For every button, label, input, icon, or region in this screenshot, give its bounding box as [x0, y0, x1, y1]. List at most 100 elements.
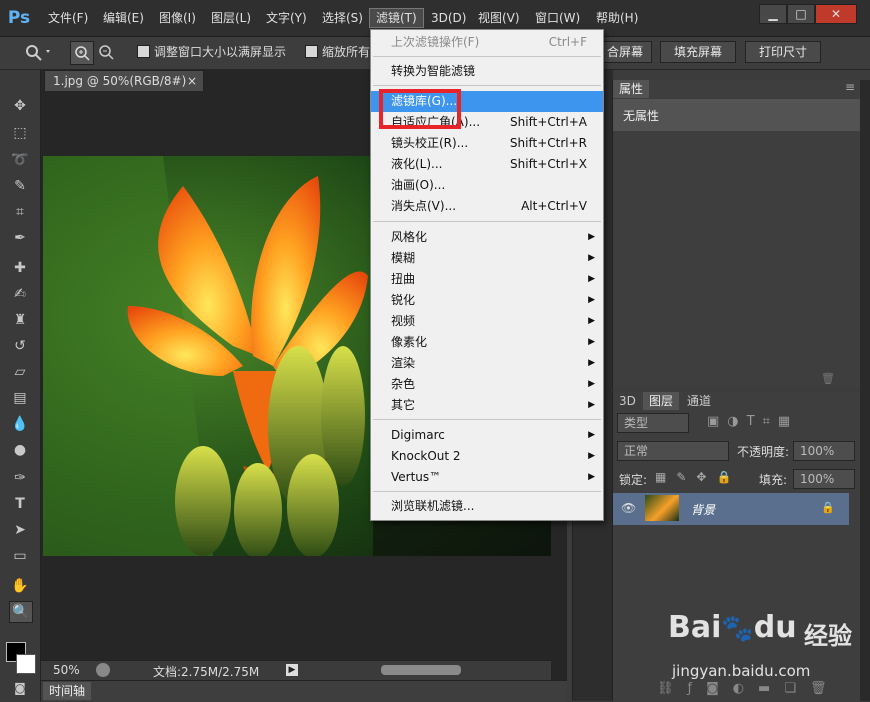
- eyedropper-tool-icon[interactable]: ✒: [9, 228, 31, 248]
- close-tab-icon[interactable]: ×: [187, 71, 197, 91]
- menu-separator: [373, 85, 601, 86]
- magnifier-icon[interactable]: [22, 41, 52, 63]
- menu-blur[interactable]: 模糊 ▶: [371, 248, 603, 269]
- trash-icon[interactable]: 🗑: [821, 372, 835, 385]
- zoom-in-icon[interactable]: [70, 41, 94, 65]
- tab-3d[interactable]: 3D: [613, 392, 642, 410]
- menu-other[interactable]: 其它 ▶: [371, 395, 603, 416]
- submenu-arrow-icon: ▶: [588, 274, 595, 284]
- menu-knockout[interactable]: KnockOut 2 ▶: [371, 446, 603, 467]
- pen-tool-icon[interactable]: ✑: [9, 468, 31, 488]
- menu-window[interactable]: 窗口(W): [529, 9, 586, 27]
- healing-tool-icon[interactable]: ✚: [9, 258, 31, 278]
- menu-render[interactable]: 渲染 ▶: [371, 353, 603, 374]
- menu-select[interactable]: 选择(S): [316, 9, 369, 27]
- blend-mode-select[interactable]: 正常: [617, 441, 729, 461]
- menu-browse-online-filters[interactable]: 浏览联机滤镜...: [371, 496, 603, 517]
- quick-mask-icon[interactable]: ◙: [9, 678, 31, 698]
- submenu-arrow-icon: ▶: [588, 358, 595, 368]
- menu-filter[interactable]: 滤镜(T): [369, 8, 424, 28]
- watermark-brand: Bai🐾du: [668, 610, 797, 645]
- history-brush-icon[interactable]: ↺: [9, 336, 31, 356]
- shape-tool-icon[interactable]: ▭: [9, 546, 31, 566]
- brush-tool-icon[interactable]: ✍: [9, 284, 31, 304]
- menu-liquify[interactable]: 液化(L)... Shift+Ctrl+X: [371, 154, 603, 175]
- menu-separator: [373, 419, 601, 420]
- submenu-arrow-icon: ▶: [588, 472, 595, 482]
- menu-video[interactable]: 视频 ▶: [371, 311, 603, 332]
- menu-view[interactable]: 视图(V): [472, 9, 526, 27]
- menu-noise[interactable]: 杂色 ▶: [371, 374, 603, 395]
- annotation-highlight-box: [379, 89, 461, 129]
- layer-name[interactable]: 背景: [691, 501, 715, 518]
- blur-tool-icon[interactable]: 💧: [9, 414, 31, 434]
- properties-panel: 属性 ≡ 无属性 🗑: [612, 80, 861, 388]
- menu-convert-smart-filter[interactable]: 转换为智能滤镜: [371, 61, 603, 82]
- menu-layer[interactable]: 图层(L): [205, 9, 257, 27]
- type-tool-icon[interactable]: T: [9, 494, 31, 514]
- crop-tool-icon[interactable]: ⌗: [9, 202, 31, 222]
- menu-oil-paint[interactable]: 油画(O)...: [371, 175, 603, 196]
- zoom-level[interactable]: 50%: [53, 663, 80, 677]
- quick-select-tool-icon[interactable]: ✎: [9, 176, 31, 196]
- document-tab[interactable]: 1.jpg @ 50%(RGB/8#) ×: [44, 70, 204, 91]
- doc-size-info: 文档:2.75M/2.75M: [153, 665, 260, 679]
- properties-tab[interactable]: 属性: [613, 80, 650, 98]
- gradient-tool-icon[interactable]: ▤: [9, 388, 31, 408]
- panel-menu-icon[interactable]: ≡: [845, 80, 855, 94]
- fit-screen-button[interactable]: 合屏幕: [598, 41, 652, 63]
- zoom-out-icon[interactable]: [95, 41, 117, 63]
- menu-help[interactable]: 帮助(H): [590, 9, 644, 27]
- fill-input[interactable]: 100%: [793, 469, 855, 489]
- menu-image[interactable]: 图像(I): [153, 9, 202, 27]
- visibility-eye-icon[interactable]: 👁: [621, 501, 636, 515]
- menu-distort[interactable]: 扭曲 ▶: [371, 269, 603, 290]
- menu-stylize[interactable]: 风格化 ▶: [371, 227, 603, 248]
- timeline-tab[interactable]: 时间轴: [43, 682, 92, 700]
- toolbox: ✥ ⬚ ➰ ✎ ⌗ ✒ ✚ ✍ ♜ ↺ ▱ ▤ 💧 ● ✑ T ➤ ▭ ✋ 🔍 …: [0, 70, 41, 701]
- info-icon[interactable]: [96, 663, 110, 677]
- menu-type[interactable]: 文字(Y): [260, 9, 313, 27]
- submenu-arrow-icon: ▶: [588, 379, 595, 389]
- status-bar: 50% 文档:2.75M/2.75M ▶: [41, 660, 551, 681]
- horizontal-scrollbar[interactable]: [381, 665, 461, 675]
- dodge-tool-icon[interactable]: ●: [9, 440, 31, 460]
- lasso-tool-icon[interactable]: ➰: [9, 150, 31, 170]
- path-select-icon[interactable]: ➤: [9, 520, 31, 540]
- close-button[interactable]: ✕: [815, 4, 857, 24]
- document-tab-title: 1.jpg @ 50%(RGB/8#): [53, 74, 187, 88]
- lock-icons[interactable]: ▦✎✥🔒: [655, 470, 741, 484]
- tab-layers[interactable]: 图层: [643, 392, 680, 410]
- hand-tool-icon[interactable]: ✋: [9, 576, 31, 596]
- menu-separator: [373, 491, 601, 492]
- background-color-swatch[interactable]: [16, 654, 36, 674]
- stamp-tool-icon[interactable]: ♜: [9, 310, 31, 330]
- print-size-button[interactable]: 打印尺寸: [745, 41, 821, 63]
- fill-screen-button[interactable]: 填充屏幕: [660, 41, 736, 63]
- menu-vertus[interactable]: Vertus™ ▶: [371, 467, 603, 488]
- maximize-button[interactable]: □: [787, 4, 815, 24]
- menu-vanishing-point[interactable]: 消失点(V)... Alt+Ctrl+V: [371, 196, 603, 217]
- menu-pixelate[interactable]: 像素化 ▶: [371, 332, 603, 353]
- menu-lens-correction[interactable]: 镜头校正(R)... Shift+Ctrl+R: [371, 133, 603, 154]
- menu-3d[interactable]: 3D(D): [425, 9, 472, 27]
- fit-window-checkbox[interactable]: [137, 45, 150, 58]
- status-menu-arrow-icon[interactable]: ▶: [286, 664, 298, 676]
- menu-digimarc[interactable]: Digimarc ▶: [371, 425, 603, 446]
- move-tool-icon[interactable]: ✥: [9, 96, 31, 116]
- menu-edit[interactable]: 编辑(E): [97, 9, 150, 27]
- tab-channels[interactable]: 通道: [681, 392, 717, 410]
- opacity-input[interactable]: 100%: [793, 441, 855, 461]
- submenu-arrow-icon: ▶: [588, 232, 595, 242]
- zoom-all-checkbox[interactable]: [305, 45, 318, 58]
- menu-sharpen[interactable]: 锐化 ▶: [371, 290, 603, 311]
- layer-row-background[interactable]: 👁 背景 🔒: [613, 493, 849, 525]
- minimize-button[interactable]: ▁: [759, 4, 787, 24]
- opacity-label: 不透明度:: [737, 445, 790, 459]
- layer-filter-icons[interactable]: ▣◑T⌗▦: [707, 414, 798, 429]
- zoom-tool-icon[interactable]: 🔍: [9, 601, 33, 623]
- marquee-tool-icon[interactable]: ⬚: [9, 123, 31, 143]
- eraser-tool-icon[interactable]: ▱: [9, 362, 31, 382]
- menu-file[interactable]: 文件(F): [42, 9, 94, 27]
- layer-filter-select[interactable]: 类型: [617, 413, 689, 433]
